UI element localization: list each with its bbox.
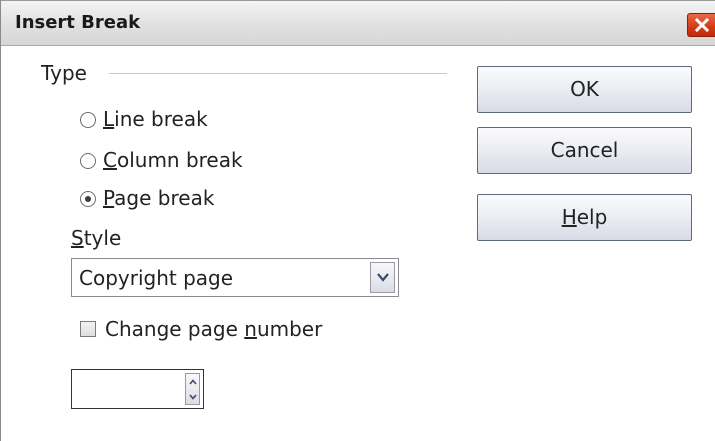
style-dropdown-button[interactable] [370,262,395,293]
style-label: Style [71,226,122,250]
type-group-label: Type [41,61,87,85]
line-break-radio[interactable] [80,112,96,128]
title-bar[interactable]: Insert Break [1,0,715,46]
close-button[interactable] [687,13,715,37]
help-button[interactable]: Help [477,194,692,241]
chevron-up-icon [189,379,197,385]
insert-break-dialog: Insert Break Type Line break Column brea… [0,0,715,441]
window-title: Insert Break [15,12,141,33]
spin-down-button[interactable] [186,389,199,404]
close-icon [695,18,709,32]
chevron-down-icon [377,273,389,282]
page-break-radio[interactable] [80,191,96,207]
cancel-button[interactable]: Cancel [477,127,692,174]
line-break-label: Line break [103,107,208,131]
chevron-down-icon [189,394,197,400]
style-select-value: Copyright page [79,266,234,290]
page-number-spin-buttons [185,373,200,405]
column-break-radio[interactable] [80,153,96,169]
page-break-label: Page break [103,186,215,210]
column-break-label: Column break [103,148,243,172]
page-number-spinbox[interactable] [71,369,204,409]
dialog-body: Type Line break Column break Page break … [1,46,715,441]
ok-button[interactable]: OK [477,66,692,113]
change-page-number-checkbox[interactable] [80,321,96,337]
style-select[interactable]: Copyright page [71,258,399,297]
spin-up-button[interactable] [186,374,199,389]
type-group-divider [109,73,447,74]
change-page-number-label: Change page number [105,317,323,341]
